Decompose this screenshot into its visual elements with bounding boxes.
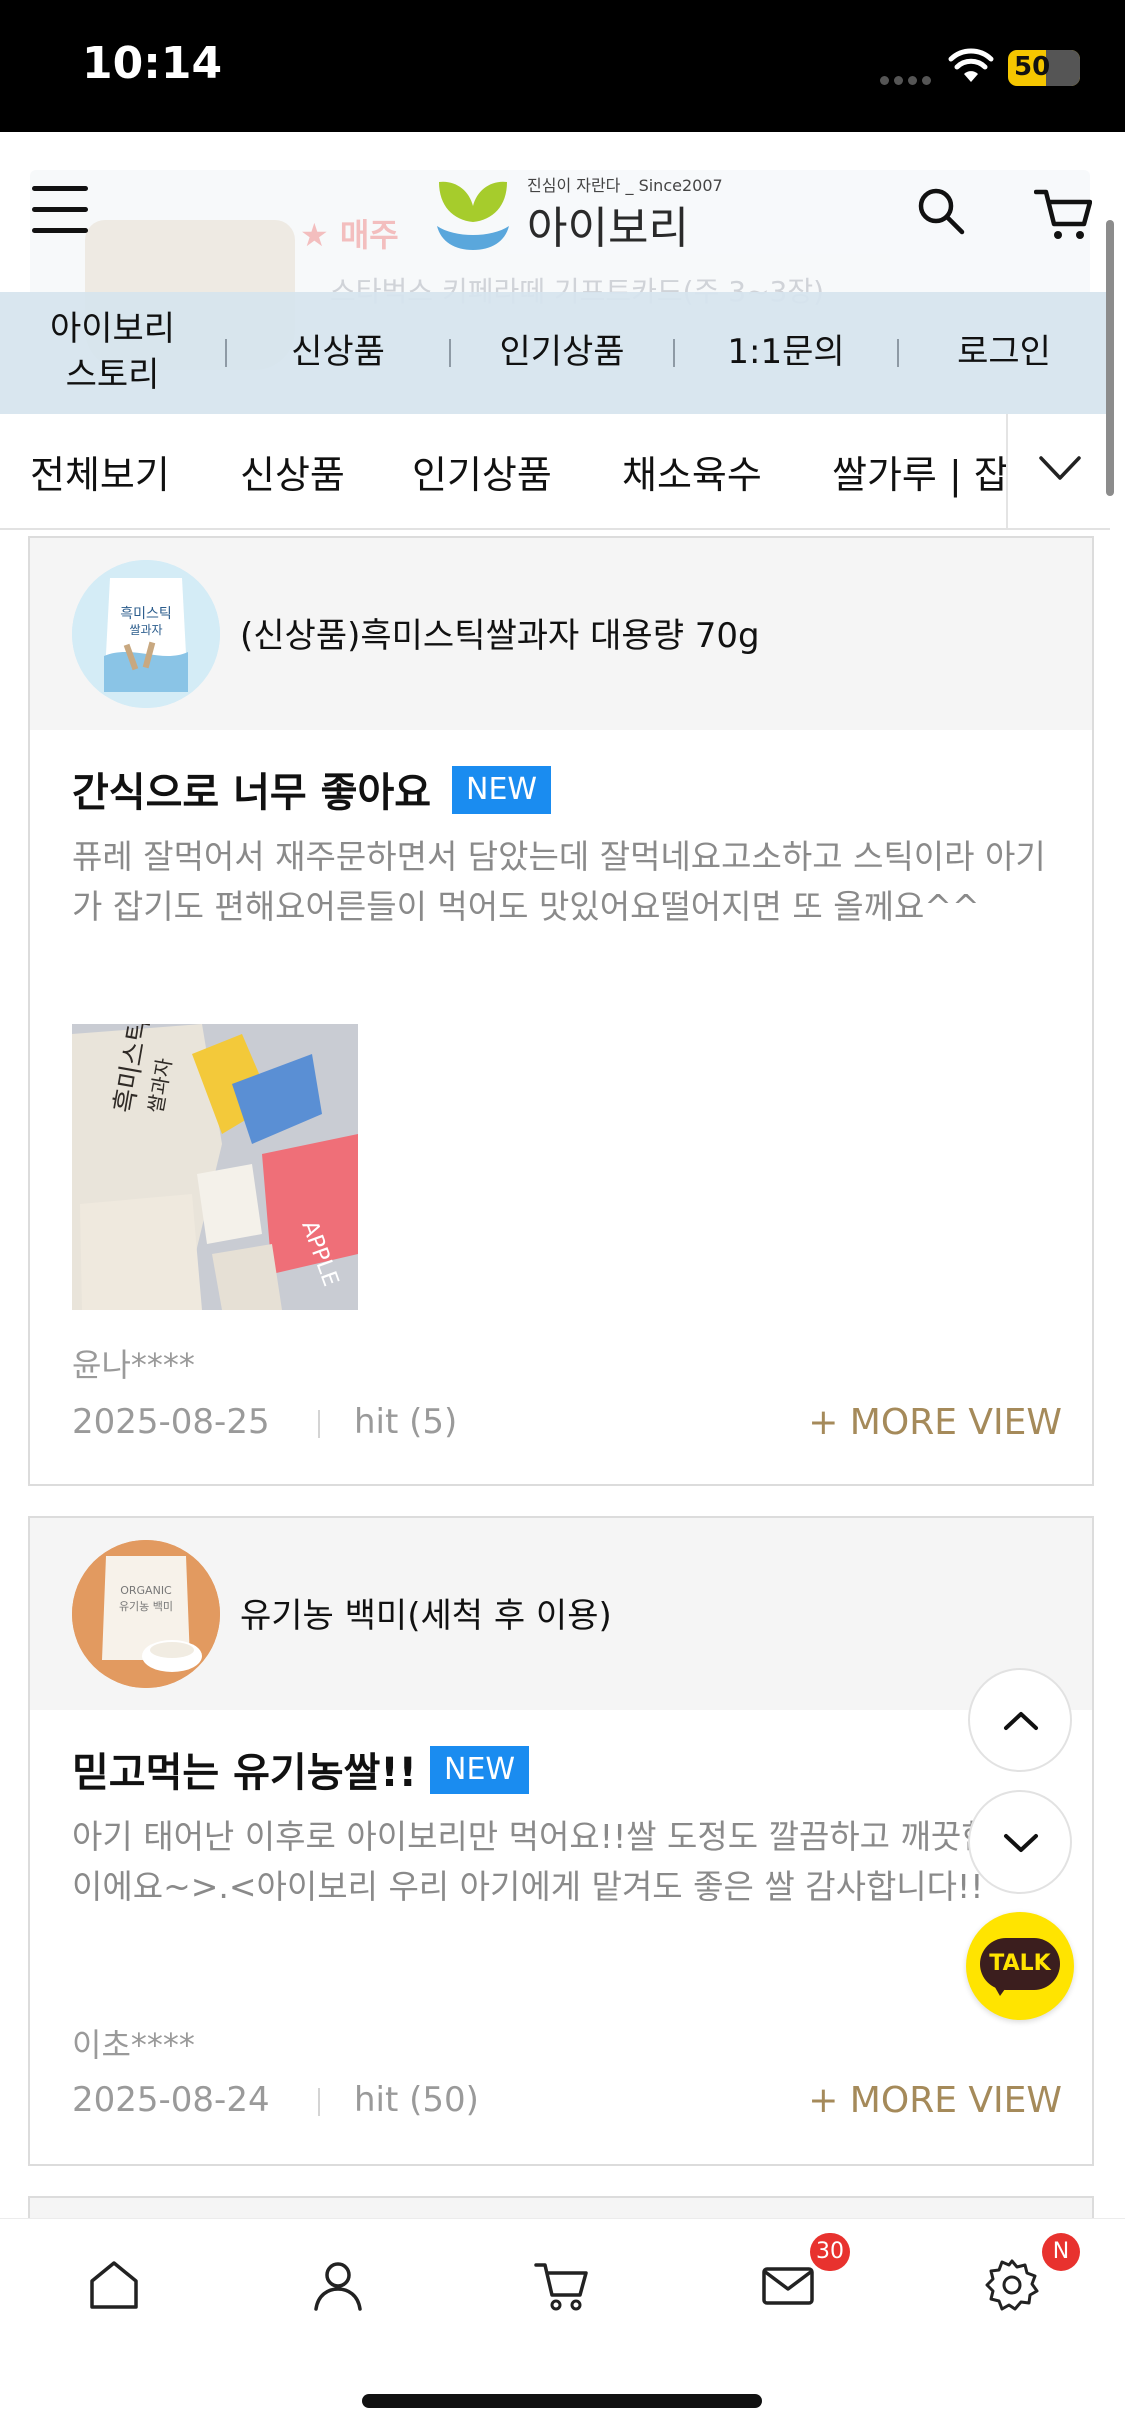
subnav-popular[interactable]: 인기상품 xyxy=(451,330,673,376)
review-photo[interactable]: 흑미스틱 쌀과자 APPLE xyxy=(72,1024,358,1310)
search-icon[interactable] xyxy=(916,186,966,236)
cart-icon[interactable] xyxy=(1034,188,1092,242)
logo-name: 아이보리 xyxy=(527,203,689,254)
person-icon[interactable] xyxy=(308,2255,368,2315)
battery-icon: 50 xyxy=(1008,50,1080,86)
review-card: 흑미스틱 쌀과자 (신상품)흑미스틱쌀과자 대용량 70g 간식으로 너무 좋아… xyxy=(28,536,1094,1486)
review-author: 이초**** xyxy=(72,2026,195,2064)
scroll-bottom-button[interactable] xyxy=(968,1790,1072,1894)
product-name[interactable]: 유기농 백미(세척 후 이용) xyxy=(240,1588,612,1637)
product-name[interactable]: (신상품)흑미스틱쌀과자 대용량 70g xyxy=(240,608,760,657)
category-tab-popular[interactable]: 인기상품 xyxy=(412,444,552,499)
review-hit-count: hit (50) xyxy=(354,2080,479,2120)
talk-label: TALK xyxy=(989,1951,1051,1976)
subnav-login[interactable]: 로그인 xyxy=(899,330,1109,376)
battery-level: 50 xyxy=(1014,52,1051,82)
meta-divider xyxy=(318,1410,320,1438)
status-time: 10:14 xyxy=(82,38,223,89)
category-tab-vegetable-broth[interactable]: 채소육수 xyxy=(622,444,762,499)
settings-badge: N xyxy=(1042,2233,1080,2271)
mail-icon[interactable] xyxy=(758,2255,818,2315)
wifi-icon xyxy=(948,48,994,82)
review-date: 2025-08-25 xyxy=(72,1402,270,1442)
category-tabs: 전체보기 신상품 인기상품 채소육수 쌀가루 | 잡 xyxy=(0,414,1110,530)
category-tab-new[interactable]: 신상품 xyxy=(240,444,345,499)
hamburger-menu-icon[interactable] xyxy=(32,186,88,236)
review-card: ORGANIC 유기농 백미 유기농 백미(세척 후 이용) 믿고먹는 유기농쌀… xyxy=(28,1516,1094,2166)
review-meta: 2025-08-24 hit (50) + MORE VIEW xyxy=(72,2080,1062,2124)
svg-text:흑미스틱: 흑미스틱 xyxy=(120,605,172,622)
mail-badge: 30 xyxy=(810,2233,850,2271)
home-indicator xyxy=(362,2394,762,2408)
review-author: 윤나**** xyxy=(72,1346,195,1384)
review-photo-image: 흑미스틱 쌀과자 APPLE xyxy=(72,1024,358,1310)
logo-leaf-icon xyxy=(437,181,509,250)
cart-icon[interactable] xyxy=(532,2255,592,2315)
logo[interactable]: 진심이 자란다 _ Since2007 아이보리 xyxy=(435,168,723,258)
review-body[interactable]: 퓨레 잘먹어서 재주문하면서 담았는데 잘먹네요고소하고 스틱이라 아기가 잡기… xyxy=(72,832,1072,932)
subnav-new-products[interactable]: 신상품 xyxy=(227,330,449,376)
app-screen: 10:14 50 ★ 매주 스타벅스 키페라떼 기프트카드(주 3~3장) 진심… xyxy=(0,0,1125,2436)
gear-icon[interactable] xyxy=(982,2255,1042,2315)
review-date: 2025-08-24 xyxy=(72,2080,270,2120)
new-badge: NEW xyxy=(452,766,552,814)
product-thumbnail[interactable]: ORGANIC 유기농 백미 xyxy=(72,1540,220,1688)
status-bar: 10:14 50 xyxy=(0,0,1125,132)
review-title[interactable]: 간식으로 너무 좋아요 xyxy=(72,760,431,818)
new-badge: NEW xyxy=(430,1746,530,1794)
chevron-down-icon xyxy=(1004,1834,1038,1852)
subnav-inquiry[interactable]: 1:1문의 xyxy=(675,330,897,376)
kakao-talk-button[interactable]: TALK xyxy=(966,1912,1074,2020)
review-product-header[interactable]: 흑미스틱 쌀과자 (신상품)흑미스틱쌀과자 대용량 70g xyxy=(30,538,1092,730)
more-view-link[interactable]: + MORE VIEW xyxy=(808,2080,1062,2121)
more-view-link[interactable]: + MORE VIEW xyxy=(808,1402,1062,1443)
svg-text:ORGANIC: ORGANIC xyxy=(120,1584,172,1597)
meta-divider xyxy=(318,2088,320,2116)
svg-text:쌀과자: 쌀과자 xyxy=(129,623,162,637)
review-hit-count: hit (5) xyxy=(354,1402,458,1442)
review-product-header[interactable]: ORGANIC 유기농 백미 유기농 백미(세척 후 이용) xyxy=(30,1518,1092,1710)
scroll-top-button[interactable] xyxy=(968,1668,1072,1772)
svg-text:유기농 백미: 유기농 백미 xyxy=(119,1600,173,1613)
category-tab-rice-flour[interactable]: 쌀가루 | 잡 xyxy=(832,444,1009,499)
chevron-up-icon xyxy=(1004,1712,1038,1730)
signal-icon xyxy=(880,70,936,85)
review-title[interactable]: 믿고먹는 유기농쌀!! xyxy=(72,1740,417,1798)
sub-navigation: 아이보리 스토리 신상품 인기상품 1:1문의 로그인 xyxy=(0,292,1110,414)
review-body[interactable]: 아기 태어난 이후로 아이보리만 먹어요!!쌀 도정도 깔끔하고 깨끗한 느낌이… xyxy=(72,1812,1072,1912)
home-icon[interactable] xyxy=(84,2255,144,2315)
subnav-story[interactable]: 아이보리 스토리 xyxy=(0,307,225,399)
category-tab-all[interactable]: 전체보기 xyxy=(30,444,170,499)
product-image: ORGANIC 유기농 백미 xyxy=(72,1540,220,1688)
chevron-down-icon xyxy=(1039,456,1081,480)
review-meta: 2025-08-25 hit (5) + MORE VIEW xyxy=(72,1402,1062,1446)
product-image: 흑미스틱 쌀과자 xyxy=(72,560,220,708)
category-expand-button[interactable] xyxy=(1006,414,1110,528)
scrollbar-thumb[interactable] xyxy=(1106,220,1114,496)
product-thumbnail[interactable]: 흑미스틱 쌀과자 xyxy=(72,560,220,708)
